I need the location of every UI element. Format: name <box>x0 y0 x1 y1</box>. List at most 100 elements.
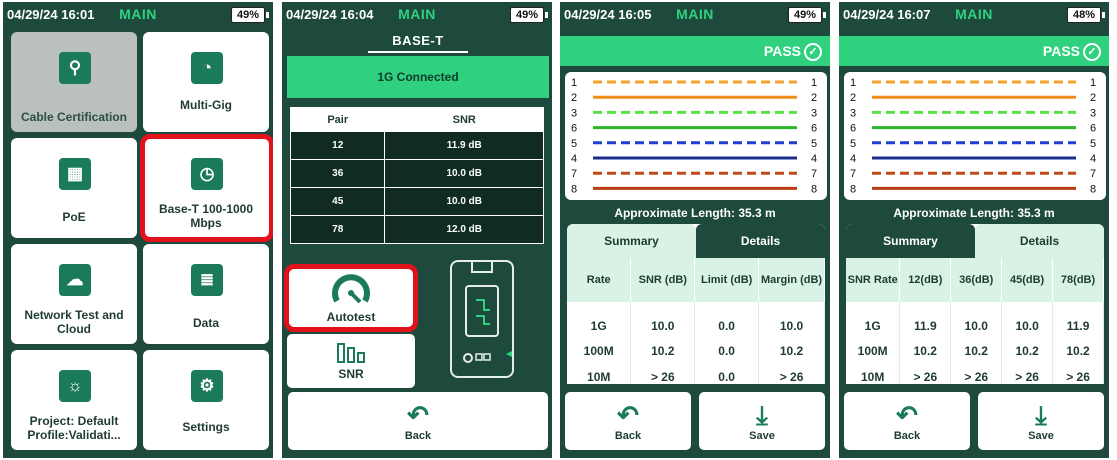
save-button[interactable]: ⤓ Save <box>978 392 1104 450</box>
pin-label-left: 3 <box>571 107 577 119</box>
pin-label-left: 1 <box>850 77 856 89</box>
pin-label-left: 5 <box>850 138 856 150</box>
column-header: SNR (dB) <box>630 258 696 302</box>
table-cell: > 26 <box>950 364 1003 384</box>
pin-label-right: 7 <box>811 168 817 180</box>
save-label: Save <box>749 430 775 442</box>
tile-label: Project: Default Profile:Validati... <box>27 414 121 442</box>
tile-cable-certification[interactable]: ⚲ Cable Certification <box>11 32 137 132</box>
pin-label-right: 2 <box>811 92 817 104</box>
column-header: SNR Rate <box>846 258 901 302</box>
column-header: 78(dB) <box>1052 258 1104 302</box>
pin-label-left: 2 <box>850 92 856 104</box>
table-row: 45 10.0 dB <box>289 187 544 216</box>
back-label: Back <box>614 430 642 442</box>
pin-label-left: 5 <box>571 138 577 150</box>
table-cell: 10M <box>846 364 901 384</box>
table-cell: 10.0 <box>630 302 696 338</box>
table-row: 36 10.0 dB <box>289 159 544 188</box>
cable-icon: ⚲ <box>59 52 91 84</box>
tile-poe[interactable]: ▦ PoE <box>11 138 137 238</box>
table-cell: 10.0 dB <box>384 187 544 216</box>
table-cell: 0.0 <box>694 338 760 364</box>
table-cell: 10.2 <box>758 338 825 364</box>
pass-banner: PASS ✓ <box>560 36 830 66</box>
tile-project[interactable]: ☼ Project: Default Profile:Validati... <box>11 350 137 450</box>
back-button[interactable]: ↶ Back <box>288 392 548 450</box>
results-panel: Summary Details Rate SNR (dB) Limit (dB)… <box>567 224 825 384</box>
link-status-banner: 1G Connected <box>287 56 549 98</box>
back-button[interactable]: ↶ Back <box>565 392 691 450</box>
tile-label: Cable Certification <box>20 110 128 124</box>
tile-network-test[interactable]: ☁ Network Test and Cloud <box>11 244 137 344</box>
snr-button[interactable]: SNR <box>287 334 415 388</box>
save-button[interactable]: ⤓ Save <box>699 392 825 450</box>
status-bar: 04/29/24 16:01 MAIN 49% <box>3 2 273 28</box>
table-row: 1G 11.9 10.0 10.0 11.9 <box>846 302 1104 338</box>
pin-label-right: 3 <box>811 107 817 119</box>
back-label: Back <box>404 430 432 442</box>
cloud-network-icon: ☁ <box>59 264 91 296</box>
wiremap-diagram: 1 1 2 2 3 3 6 6 5 5 4 4 7 7 8 8 <box>850 77 1096 195</box>
pin-label-right: 4 <box>811 153 817 165</box>
pin-label-right: 4 <box>1090 153 1096 165</box>
table-row: 100M 10.2 10.2 10.2 10.2 <box>846 338 1104 364</box>
tab-details[interactable]: Details <box>696 224 825 258</box>
table-cell: 10.0 <box>950 302 1003 338</box>
result-tabs: Summary Details <box>567 224 825 258</box>
back-button[interactable]: ↶ Back <box>844 392 970 450</box>
table-row: 1G 10.0 0.0 10.0 <box>567 302 825 338</box>
battery-indicator: 49% <box>788 7 826 23</box>
bar-chart-icon <box>337 343 365 363</box>
result-summary-screen: 04/29/24 16:07 MAIN 48% PASS ✓ 1 1 2 2 3 3 6 6 5 5… <box>839 2 1109 458</box>
back-arrow-icon: ↶ <box>617 400 639 430</box>
table-cell: 100M <box>567 338 632 364</box>
result-label: PASS <box>763 43 801 59</box>
tile-label: Multi-Gig <box>180 98 232 112</box>
column-header: Limit (dB) <box>694 258 760 302</box>
table-cell: 11.9 <box>1052 302 1104 338</box>
pin-label-left: 7 <box>571 168 577 180</box>
tile-label: Settings <box>182 420 230 434</box>
lightbulb-icon: ☼ <box>59 370 91 402</box>
table-cell: 10.0 dB <box>384 159 544 188</box>
battery-indicator: 49% <box>510 7 548 23</box>
table-cell: > 26 <box>1052 364 1104 384</box>
length-readout: Approximate Length: 35.3 m <box>893 206 1055 220</box>
pin-label-left: 3 <box>850 107 856 119</box>
table-row: 10M > 26 0.0 > 26 <box>567 364 825 384</box>
database-icon: ≣ <box>191 264 223 296</box>
back-arrow-icon: ↶ <box>896 400 918 430</box>
pin-label-right: 5 <box>811 138 817 150</box>
snr-label: SNR <box>338 367 364 381</box>
pin-label-right: 5 <box>1090 138 1096 150</box>
pin-label-right: 2 <box>1090 92 1096 104</box>
tile-data[interactable]: ≣ Data <box>143 244 269 344</box>
table-cell: 10.2 <box>630 338 696 364</box>
tile-label: Network Test and Cloud <box>24 308 124 336</box>
speedometer-icon: ◔ <box>191 52 223 84</box>
base-t-screen: 04/29/24 16:04 MAIN 49% BASE-T 1G Connec… <box>282 2 552 458</box>
battery-indicator: 49% <box>231 7 269 23</box>
tab-details[interactable]: Details <box>975 224 1104 258</box>
pass-banner: PASS ✓ <box>839 36 1109 66</box>
table-cell: 1G <box>846 302 901 338</box>
highlight-box <box>284 264 418 332</box>
table-cell: 0.0 <box>694 364 760 384</box>
tile-multi-gig[interactable]: ◔ Multi-Gig <box>143 32 269 132</box>
pin-label-right: 7 <box>1090 168 1096 180</box>
tab-summary[interactable]: Summary <box>567 224 696 258</box>
table-cell: 11.9 <box>899 302 952 338</box>
status-bar: 04/29/24 16:07 MAIN 48% <box>839 2 1109 28</box>
pin-label-left: 4 <box>571 153 577 165</box>
check-circle-icon: ✓ <box>1083 43 1101 62</box>
tab-summary[interactable]: Summary <box>846 224 975 258</box>
table-cell: 0.0 <box>694 302 760 338</box>
highlight-box <box>140 134 273 242</box>
tile-settings[interactable]: ⚙ Settings <box>143 350 269 450</box>
table-cell: 78 <box>289 215 386 244</box>
download-icon: ⤓ <box>1035 400 1047 430</box>
table-cell: > 26 <box>630 364 696 384</box>
download-icon: ⤓ <box>756 400 768 430</box>
result-label: PASS <box>1042 43 1080 59</box>
